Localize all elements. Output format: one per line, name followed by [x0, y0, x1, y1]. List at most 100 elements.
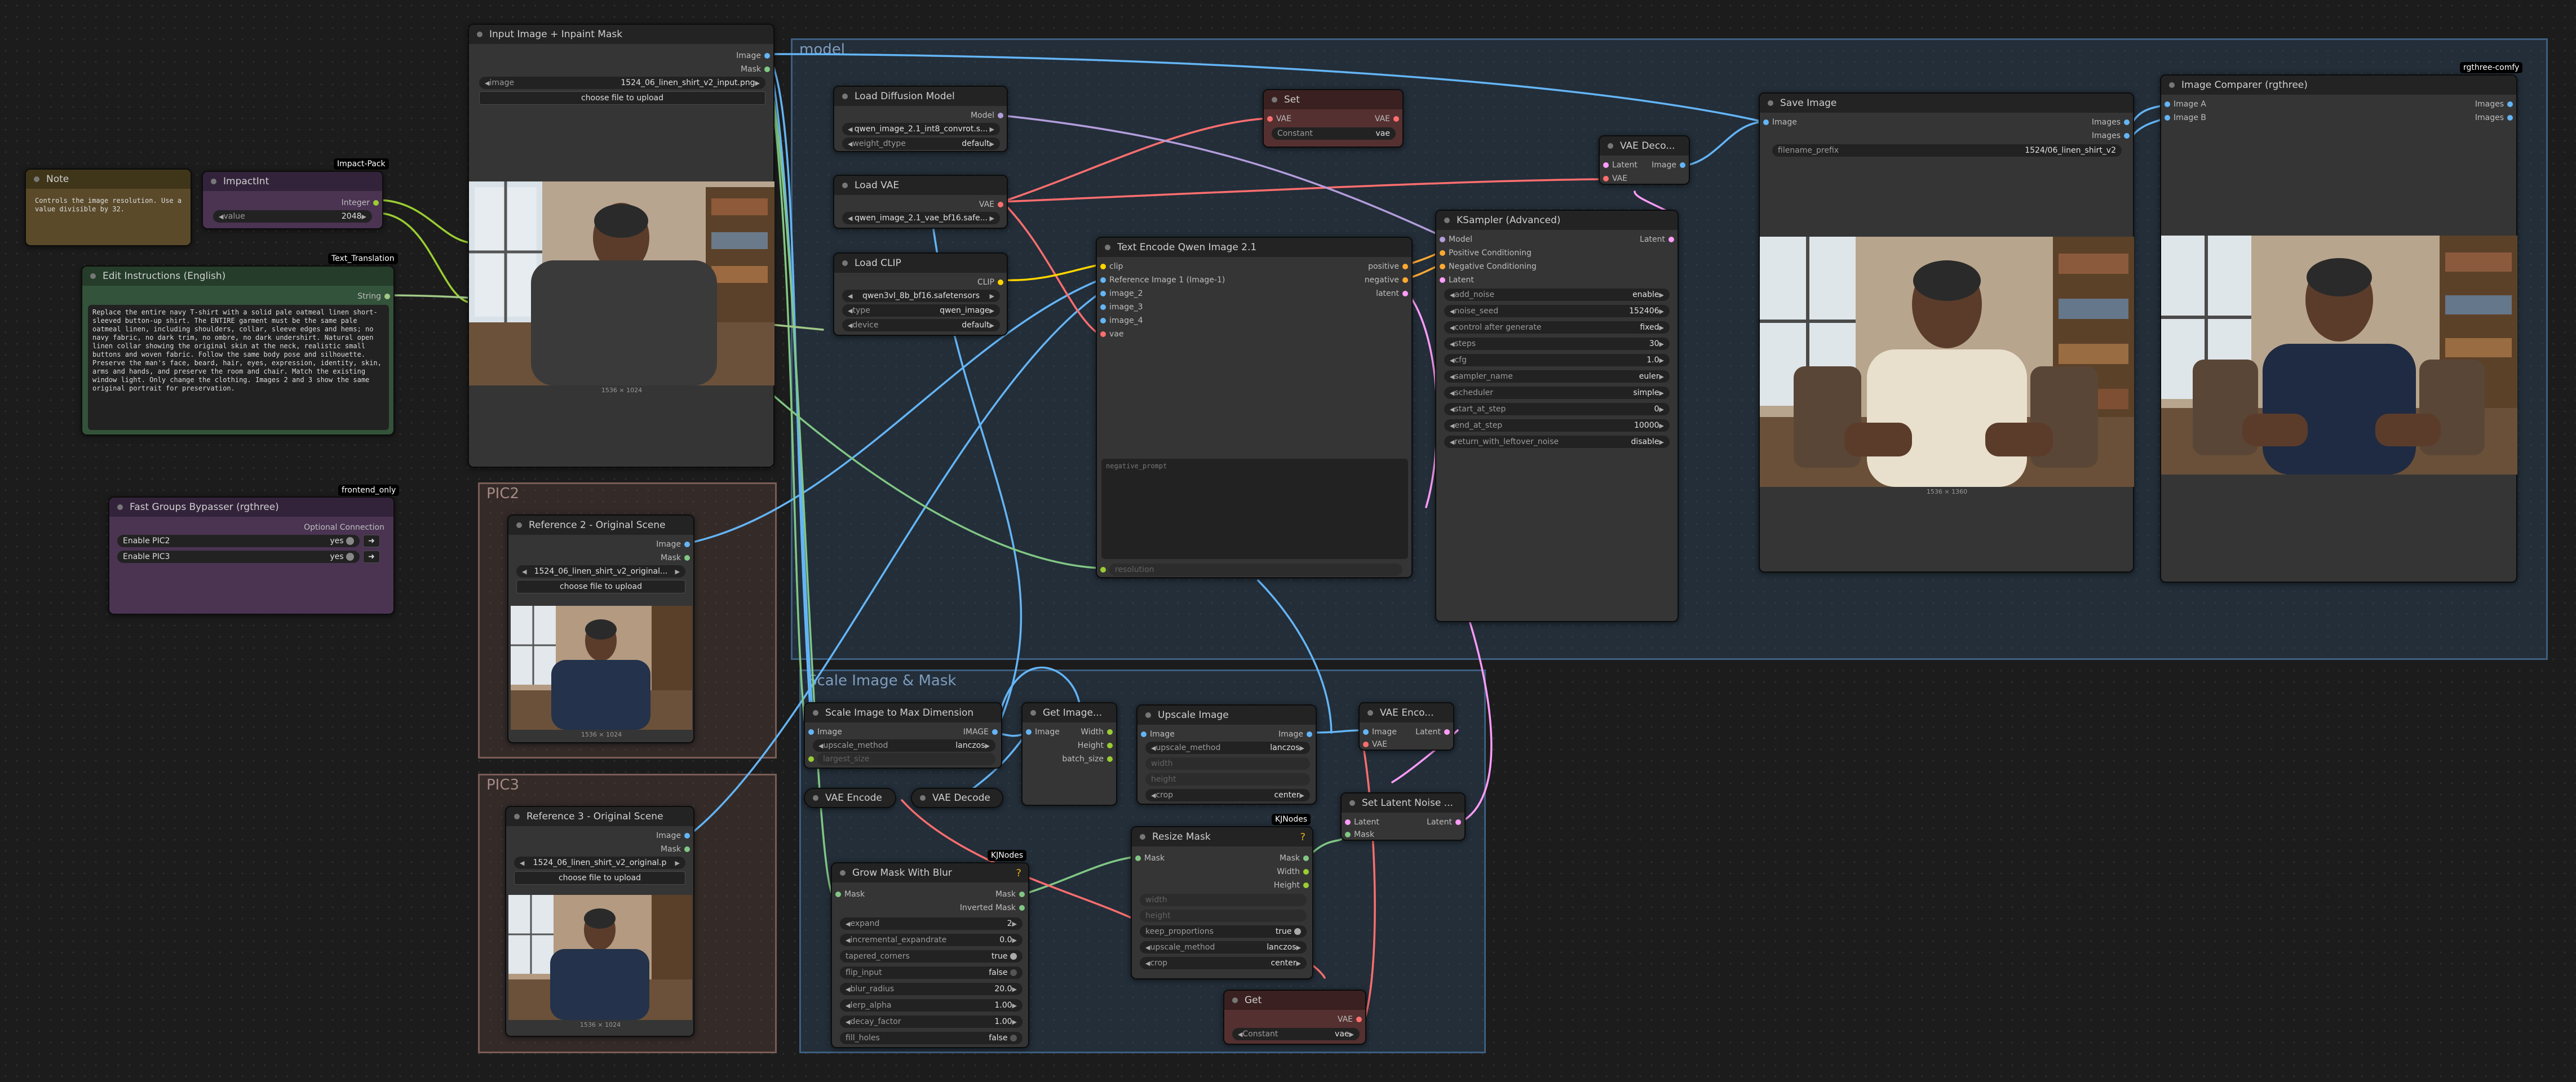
output-model-socket[interactable] [998, 113, 1003, 118]
input-image-socket[interactable] [1763, 119, 1769, 125]
output-height-socket[interactable] [1303, 883, 1309, 888]
return-with-leftover-noise-widget[interactable]: ◀ return_with_leftover_noise disable ▶ [1444, 436, 1670, 448]
output-width-socket[interactable] [1107, 729, 1113, 735]
largest-size-widget[interactable]: largest_size [817, 753, 995, 765]
input-latent-socket[interactable] [1603, 162, 1609, 168]
node-reference-2[interactable]: Reference 2 - Original Scene Image Mask … [507, 515, 694, 743]
input-largest-size-socket[interactable] [808, 756, 814, 762]
input-mask-socket[interactable] [835, 892, 841, 897]
input-vae-socket[interactable] [1100, 331, 1106, 337]
clip-type-widget[interactable]: ◀ type qwen_image ▶ [842, 304, 1000, 317]
add-noise-widget[interactable]: ◀ add_noise enable ▶ [1444, 289, 1670, 301]
output-string-socket[interactable] [384, 294, 390, 299]
steps-widget[interactable]: ◀ steps 30 ▶ [1444, 338, 1670, 350]
fill-holes-widget[interactable]: fill_holes false [840, 1032, 1023, 1044]
output-mask-socket[interactable] [764, 66, 770, 72]
output-images-socket[interactable] [2507, 101, 2513, 107]
comparer-image-preview[interactable] [2161, 236, 2517, 475]
node-load-diffusion-model[interactable]: Load Diffusion Model Model ◀ qwen_image_2… [833, 86, 1008, 152]
node-upscale-image[interactable]: Upscale Image Image Image ◀ upscale_metho… [1136, 704, 1317, 805]
lerp-alpha-widget[interactable]: ◀ lerp_alpha 1.00 ▶ [840, 999, 1023, 1012]
node-get[interactable]: Get VAE ◀ Constant vae ▶ [1223, 990, 1366, 1045]
node-canvas[interactable]: model Scale Image & Mask PIC2 PIC3 Note … [0, 0, 2576, 1082]
node-grow-mask-with-blur[interactable]: Grow Mask With Blur? Mask Mask Inverted … [831, 862, 1029, 1048]
choose-file-button[interactable]: choose file to upload [479, 91, 765, 105]
tapered-corners-widget[interactable]: tapered_corners true [840, 950, 1023, 963]
output-mask-socket[interactable] [1019, 892, 1025, 897]
node-vae-encode-collapsed[interactable]: VAE Encode [804, 788, 896, 808]
output-positive-socket[interactable] [1402, 264, 1408, 269]
output-inverted-mask-socket[interactable] [1019, 905, 1025, 911]
node-scale-image-max[interactable]: Scale Image to Max Dimension Image IMAGE… [804, 702, 1002, 769]
input-image-socket[interactable] [1363, 729, 1369, 735]
cfg-widget[interactable]: ◀ cfg 1.0 ▶ [1444, 354, 1670, 366]
node-save-image[interactable]: Save Image Image Images Images filename_… [1759, 92, 2134, 573]
upscale-method-widget[interactable]: ◀ upscale_method lanczos ▶ [813, 739, 995, 752]
go-to-pic3-button[interactable]: ➜ [363, 551, 380, 563]
input-positive-socket[interactable] [1440, 250, 1445, 256]
note-text[interactable]: Controls the image resolution. Use a val… [30, 193, 187, 242]
output-vae-socket[interactable] [1356, 1017, 1362, 1022]
image-file-widget[interactable]: ◀ image 1524_06_linen_shirt_v2_input.png ▶ [479, 77, 765, 89]
help-icon[interactable]: ? [1016, 867, 1021, 879]
upscale-method-widget[interactable]: ◀ upscale_method lanczos ▶ [1140, 941, 1307, 954]
input-latent-socket[interactable] [1345, 819, 1351, 825]
width-widget[interactable]: width [1145, 757, 1310, 770]
node-vae-decode-collapsed[interactable]: VAE Decode [911, 788, 1003, 808]
input-image-socket[interactable] [1141, 731, 1147, 737]
help-icon[interactable]: ? [1300, 831, 1305, 843]
node-edit-instructions[interactable]: Edit Instructions (English) String Repla… [81, 265, 395, 436]
node-input-image-inpaint-mask[interactable]: Input Image + Inpaint Mask Image Mask ◀ i… [468, 24, 774, 468]
node-text-encode-qwen[interactable]: Text Encode Qwen Image 2.1 clip Referenc… [1096, 237, 1413, 578]
input-image-a-socket[interactable] [2165, 101, 2170, 107]
constant-widget[interactable]: ◀ Constant vae ▶ [1232, 1028, 1360, 1040]
output-mask-socket[interactable] [684, 555, 690, 561]
output-image-socket[interactable] [1680, 162, 1685, 168]
input-image-b-socket[interactable] [2165, 115, 2170, 121]
node-resize-mask[interactable]: Resize Mask? Mask Mask Width Height widt… [1131, 826, 1313, 979]
filename-prefix-widget[interactable]: filename_prefix 1524/06_linen_shirt_v2 [1772, 144, 2122, 157]
output-image-socket[interactable] [1307, 731, 1312, 737]
crop-widget[interactable]: ◀ crop center ▶ [1140, 957, 1307, 969]
input-resolution-socket[interactable] [1100, 567, 1106, 573]
input-image-3-socket[interactable] [1100, 304, 1106, 310]
output-integer-socket[interactable] [373, 200, 379, 206]
output-image-socket[interactable] [684, 833, 690, 839]
node-vae-decode-top[interactable]: VAE Deco... Latent VAE Image [1599, 135, 1690, 185]
node-set[interactable]: Set VAE VAE Constant vae [1263, 89, 1404, 148]
output-images-socket[interactable] [2124, 133, 2130, 139]
image-file-widget[interactable]: ◀ 1524_06_linen_shirt_v2_original.p ▶ [514, 857, 685, 869]
expand-widget[interactable]: ◀ expand 2 ▶ [840, 917, 1023, 930]
input-image-4-socket[interactable] [1100, 318, 1106, 323]
negative-prompt-textarea[interactable]: negative_prompt [1101, 459, 1408, 559]
scheduler-widget[interactable]: ◀ scheduler simple ▶ [1444, 387, 1670, 399]
output-latent-socket[interactable] [1668, 237, 1674, 242]
output-latent-socket[interactable] [1455, 819, 1461, 825]
output-vae-socket[interactable] [998, 202, 1003, 207]
input-image-socket[interactable] [1026, 729, 1032, 735]
output-clip-socket[interactable] [998, 280, 1003, 285]
input-vae-socket[interactable] [1603, 176, 1609, 181]
output-latent-socket[interactable] [1402, 291, 1408, 296]
device-widget[interactable]: ◀ device default ▶ [842, 319, 1000, 331]
output-negative-socket[interactable] [1402, 277, 1408, 283]
output-width-socket[interactable] [1303, 869, 1309, 875]
constant-widget[interactable]: Constant vae [1272, 127, 1396, 140]
end-at-step-widget[interactable]: ◀ end_at_step 10000 ▶ [1444, 419, 1670, 432]
start-at-step-widget[interactable]: ◀ start_at_step 0 ▶ [1444, 403, 1670, 415]
input-image-socket[interactable] [808, 729, 814, 735]
instructions-textarea[interactable]: Replace the entire navy T-shirt with a s… [88, 305, 389, 430]
choose-file-button[interactable]: choose file to upload [516, 580, 685, 593]
output-images-socket[interactable] [2507, 115, 2513, 121]
output-image-socket[interactable] [992, 729, 998, 735]
blur-radius-widget[interactable]: ◀ blur_radius 20.0 ▶ [840, 983, 1023, 995]
node-get-image-size[interactable]: Get Image... Image Width Height batch_si… [1021, 702, 1117, 806]
unet-name-widget[interactable]: ◀ qwen_image_2.1_int8_convrot.s... ▶ [842, 123, 1000, 135]
image-file-widget[interactable]: ◀ 1524_06_linen_shirt_v2_original... ▶ [516, 565, 685, 578]
sampler-name-widget[interactable]: ◀ sampler_name euler ▶ [1444, 370, 1670, 383]
input-latent-socket[interactable] [1440, 277, 1445, 283]
decay-factor-widget[interactable]: ◀ decay_factor 1.00 ▶ [840, 1016, 1023, 1028]
output-latent-socket[interactable] [1444, 729, 1450, 735]
control-after-generate-widget[interactable]: ◀ control after generate fixed ▶ [1444, 321, 1670, 334]
vae-name-widget[interactable]: ◀ qwen_image_2.1_vae_bf16.safe... ▶ [842, 212, 1000, 224]
